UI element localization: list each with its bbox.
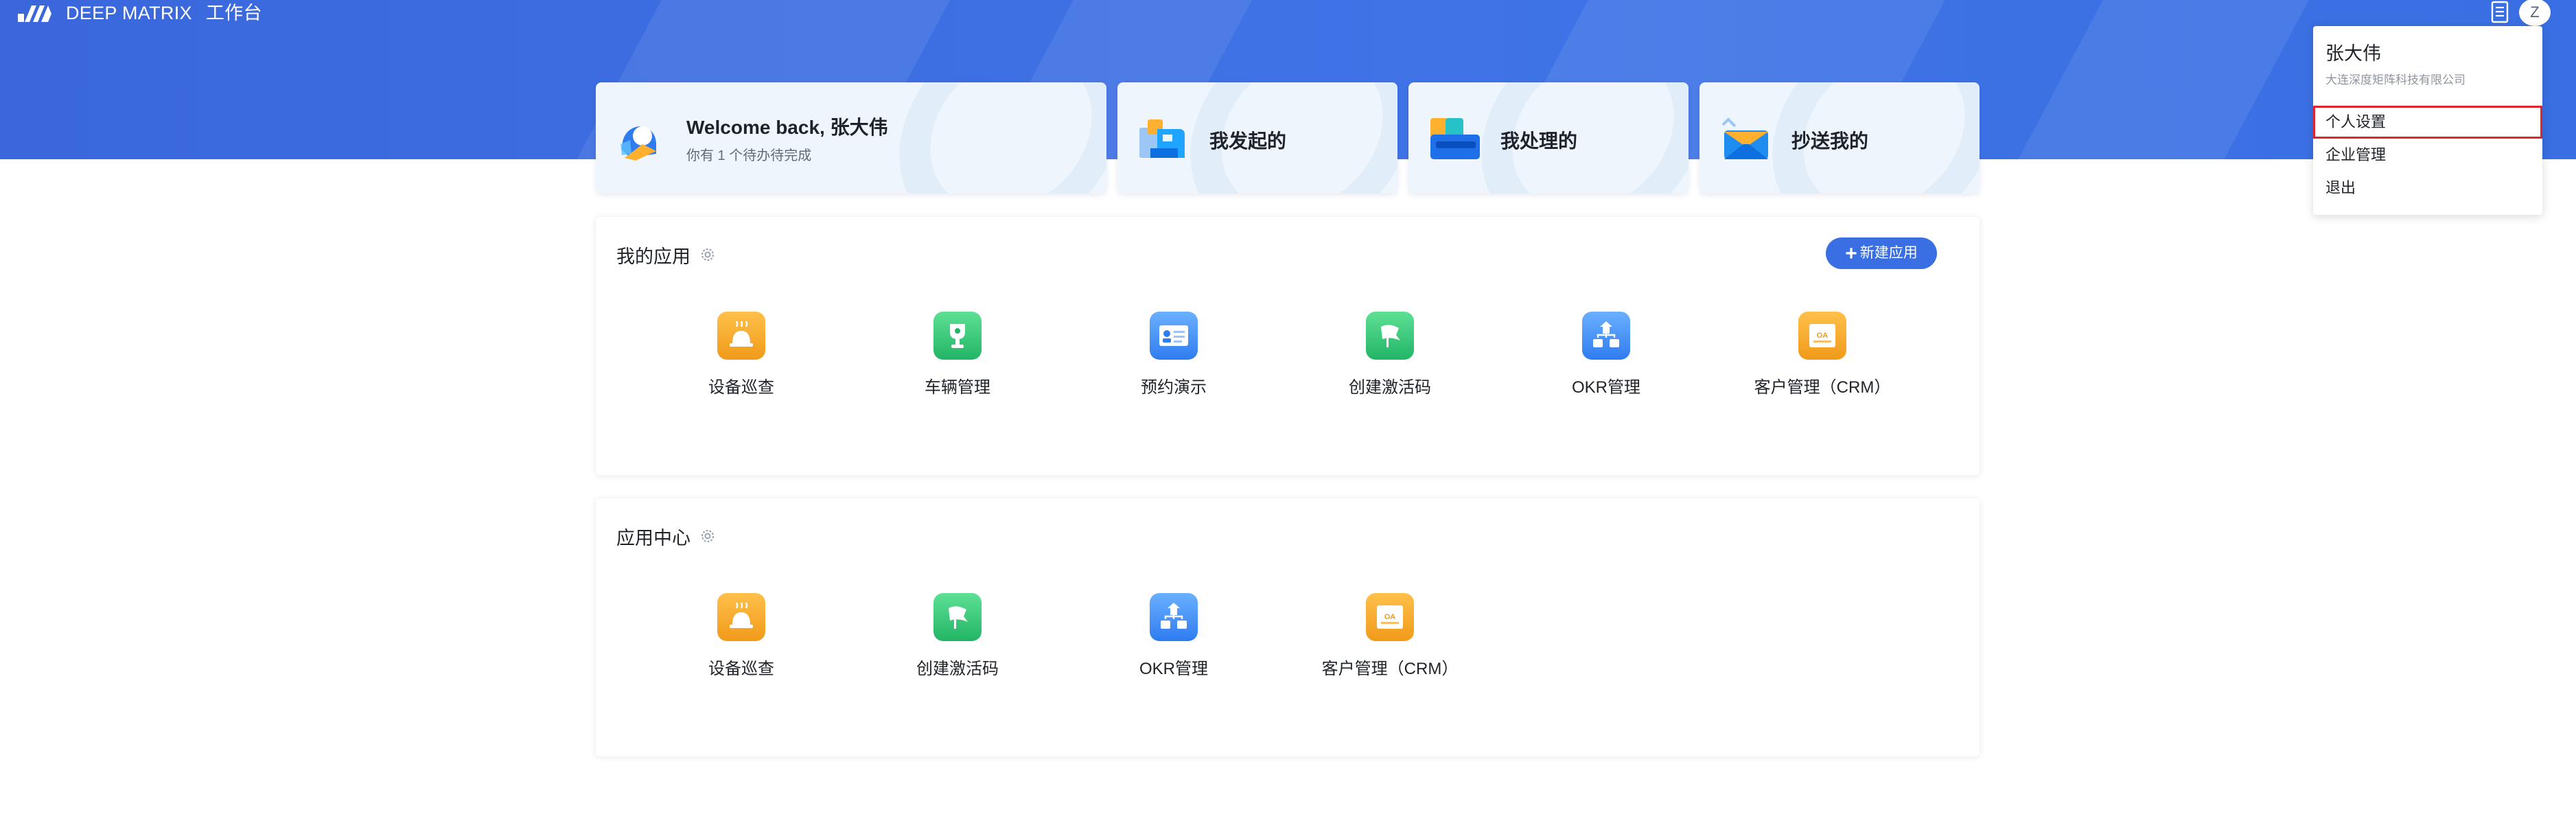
gear-icon[interactable] <box>699 527 717 545</box>
svg-text:OA: OA <box>1384 613 1396 621</box>
user-dropdown-menu: 张大伟 大连深度矩阵科技有限公司 个人设置 企业管理 退出 <box>2313 26 2542 215</box>
app-item[interactable]: 设备巡查 <box>645 312 837 397</box>
cc-to-me-label: 抄送我的 <box>1791 130 1869 152</box>
trophy-icon <box>933 312 982 360</box>
app-label: 设备巡查 <box>708 660 774 678</box>
oa-icon: OA <box>1366 593 1414 641</box>
app-label: 创建激活码 <box>1349 378 1431 397</box>
app-label: 客户管理（CRM） <box>1754 378 1891 397</box>
oa-icon: OA <box>1798 312 1846 360</box>
initiated-icon <box>1139 119 1185 158</box>
app-item[interactable]: OA 客户管理（CRM） <box>1294 593 1486 679</box>
app-label: 设备巡查 <box>708 378 774 397</box>
app-center-panel: 应用中心 设备巡查 创建激活码 OKR管理 OA 客户管理（CRM） <box>596 498 1980 756</box>
flag-icon <box>933 593 982 641</box>
my-apps-panel: 我的应用 + 新建应用 设备巡查 车辆管理 预约演示 创建激活码 OKR管理 O… <box>596 217 1980 475</box>
menu-item-personal-settings[interactable]: 个人设置 <box>2313 106 2542 139</box>
app-item[interactable]: OA 客户管理（CRM） <box>1726 312 1918 397</box>
cc-to-me-card[interactable]: 抄送我的 <box>1699 82 1980 194</box>
org-chart-icon <box>1150 593 1198 641</box>
app-item[interactable]: OKR管理 <box>1510 312 1702 397</box>
initiated-by-me-card[interactable]: 我发起的 <box>1117 82 1397 194</box>
app-label: 车辆管理 <box>925 378 990 397</box>
app-label: OKR管理 <box>1571 378 1640 397</box>
new-app-label: 新建应用 <box>1859 245 1918 261</box>
menu-item-enterprise-management[interactable]: 企业管理 <box>2313 139 2542 172</box>
cc-mail-icon <box>1721 117 1768 159</box>
welcome-card: Welcome back, 张大伟 你有 1 个待办待完成 <box>596 82 1106 194</box>
processed-by-me-label: 我处理的 <box>1500 130 1578 152</box>
menu-item-logout[interactable]: 退出 <box>2313 172 2542 205</box>
app-item[interactable]: 预约演示 <box>1078 312 1270 397</box>
gear-icon[interactable] <box>699 246 717 264</box>
welcome-title: Welcome back, 张大伟 <box>686 117 888 138</box>
plus-icon: + <box>1845 242 1857 265</box>
user-avatar[interactable]: Z <box>2519 0 2551 26</box>
app-label: 客户管理（CRM） <box>1321 660 1459 678</box>
app-label: 预约演示 <box>1141 378 1207 397</box>
processed-icon <box>1430 118 1480 159</box>
svg-text:OA: OA <box>1817 332 1829 340</box>
brand-name: DEEP MATRIX <box>66 3 192 23</box>
welcome-avatar-icon <box>620 126 656 161</box>
flag-icon <box>1366 312 1414 360</box>
app-item[interactable]: 设备巡查 <box>645 593 837 679</box>
cloche-icon <box>717 593 765 641</box>
app-item[interactable]: OKR管理 <box>1078 593 1270 679</box>
workspace-label: 工作台 <box>205 3 262 23</box>
user-name: 张大伟 <box>2325 43 2381 64</box>
user-company: 大连深度矩阵科技有限公司 <box>2325 73 2465 86</box>
app-item[interactable]: 创建激活码 <box>861 593 1054 679</box>
app-center-title: 应用中心 <box>616 528 691 548</box>
app-label: 创建激活码 <box>916 660 999 678</box>
processed-by-me-card[interactable]: 我处理的 <box>1408 82 1689 194</box>
deep-matrix-logo-icon[interactable] <box>18 1 52 25</box>
my-apps-title: 我的应用 <box>616 246 691 267</box>
app-label: OKR管理 <box>1139 660 1208 678</box>
cloche-icon <box>717 312 765 360</box>
brand-title[interactable]: DEEP MATRIX 工作台 <box>66 0 262 26</box>
document-icon[interactable] <box>2487 0 2512 25</box>
id-card-icon <box>1150 312 1198 360</box>
new-app-button[interactable]: + 新建应用 <box>1826 238 1937 269</box>
org-chart-icon <box>1582 312 1630 360</box>
top-bar: DEEP MATRIX 工作台 Z <box>0 0 2576 30</box>
welcome-subtitle: 你有 1 个待办待完成 <box>686 148 812 163</box>
app-item[interactable]: 车辆管理 <box>861 312 1054 397</box>
app-item[interactable]: 创建激活码 <box>1294 312 1486 397</box>
initiated-by-me-label: 我发起的 <box>1209 130 1287 152</box>
